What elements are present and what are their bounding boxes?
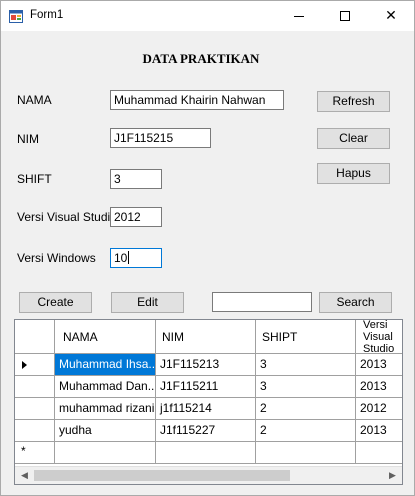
table-cell[interactable]: 2013 <box>356 420 402 442</box>
windows-version-label: Versi Windows <box>17 251 96 265</box>
scrollbar-thumb[interactable] <box>34 470 290 481</box>
vs-version-field[interactable]: 2012 <box>110 207 162 227</box>
table-cell[interactable]: 2 <box>256 420 356 442</box>
table-cell[interactable]: 2012 <box>356 398 402 420</box>
table-cell[interactable]: J1f115227 <box>156 420 256 442</box>
table-cell[interactable]: 3 <box>256 376 356 398</box>
row-header[interactable] <box>15 420 55 442</box>
column-header-label: NIM <box>162 329 184 344</box>
edit-button[interactable]: Edit <box>111 292 184 313</box>
create-button[interactable]: Create <box>19 292 92 313</box>
table-cell[interactable]: 2013 <box>356 376 402 398</box>
shift-label: SHIFT <box>17 172 52 186</box>
column-header-versi-visual-studio[interactable]: Versi Visual Studio <box>356 320 402 354</box>
new-row-cell[interactable] <box>156 442 256 464</box>
form-heading: DATA PRAKTIKAN <box>142 51 260 66</box>
shift-field[interactable]: 3 <box>110 169 162 189</box>
close-button[interactable]: ✕ <box>368 1 414 31</box>
nim-field[interactable]: J1F115215 <box>110 128 211 148</box>
row-header[interactable] <box>15 398 55 420</box>
maximize-icon <box>340 11 350 21</box>
nama-label: NAMA <box>17 93 52 107</box>
clear-button[interactable]: Clear <box>317 128 390 149</box>
table-cell[interactable]: 2 <box>256 398 356 420</box>
column-header-nama[interactable]: NAMA <box>55 320 156 354</box>
table-cell[interactable]: j1f115214 <box>156 398 256 420</box>
title-bar[interactable]: Form1 ✕ <box>1 1 414 31</box>
data-grid[interactable]: NAMA NIM SHIPT Versi Visual Studio Muham… <box>14 319 403 485</box>
minimize-button[interactable] <box>276 1 322 31</box>
row-header[interactable] <box>15 376 55 398</box>
horizontal-scrollbar[interactable]: ◀ ▶ <box>15 466 402 484</box>
column-header-label: NAMA <box>63 329 98 344</box>
column-header-nim[interactable]: NIM <box>156 320 256 354</box>
current-row-arrow-icon <box>22 361 27 369</box>
scroll-right-button[interactable]: ▶ <box>384 467 401 484</box>
table-cell[interactable]: muhammad rizani... <box>55 398 156 420</box>
table-cell[interactable]: Muhammad Dan... <box>55 376 156 398</box>
text-caret <box>128 251 130 264</box>
windows-version-field[interactable]: 10 <box>110 248 162 268</box>
table-cell[interactable]: 2013 <box>356 354 402 376</box>
table-cell[interactable]: 3 <box>256 354 356 376</box>
grid-corner-header[interactable] <box>15 320 55 354</box>
nim-label: NIM <box>17 132 39 146</box>
column-header-label: SHIPT <box>262 329 298 344</box>
app-icon <box>9 10 23 23</box>
table-cell[interactable]: J1F115213 <box>156 354 256 376</box>
window-title: Form1 <box>30 9 64 21</box>
search-button[interactable]: Search <box>319 292 392 313</box>
refresh-button[interactable]: Refresh <box>317 91 390 112</box>
minimize-icon <box>294 15 304 17</box>
table-cell[interactable]: yudha <box>55 420 156 442</box>
new-row-cell[interactable] <box>256 442 356 464</box>
close-icon: ✕ <box>385 8 397 24</box>
column-header-shipt[interactable]: SHIPT <box>256 320 356 354</box>
table-cell[interactable]: J1F115211 <box>156 376 256 398</box>
scroll-right-icon: ▶ <box>389 470 396 481</box>
windows-version-value: 10 <box>114 251 128 265</box>
column-header-label: Versi Visual Studio <box>363 320 395 354</box>
maximize-button[interactable] <box>322 1 368 31</box>
grid-body: NAMA NIM SHIPT Versi Visual Studio Muham… <box>15 320 402 484</box>
row-header-new[interactable]: * <box>15 442 55 464</box>
new-row-cell[interactable] <box>55 442 156 464</box>
new-row-cell[interactable] <box>356 442 402 464</box>
new-row-marker: * <box>21 444 26 458</box>
form-window: Form1 ✕ DATA PRAKTIKAN NAMA Muhammad Kha… <box>0 0 415 496</box>
nama-field[interactable]: Muhammad Khairin Nahwan <box>110 90 284 110</box>
vs-version-label: Versi Visual Studio <box>17 210 117 224</box>
search-input[interactable] <box>212 292 312 312</box>
scroll-left-button[interactable]: ◀ <box>16 467 33 484</box>
row-header-current[interactable] <box>15 354 55 376</box>
hapus-button[interactable]: Hapus <box>317 163 390 184</box>
scroll-left-icon: ◀ <box>21 470 28 481</box>
table-cell[interactable]: Muhammad Ihsa... <box>55 354 156 376</box>
